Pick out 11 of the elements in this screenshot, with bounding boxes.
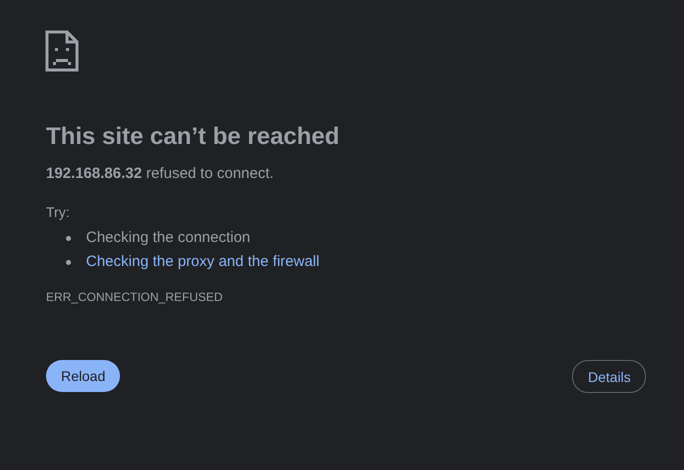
error-summary: 192.168.86.32 refused to connect.	[46, 164, 274, 184]
reload-button[interactable]: Reload	[46, 360, 120, 392]
suggestion-text: Checking the connection	[86, 228, 250, 248]
sad-page-icon	[45, 30, 79, 72]
suggestions-label: Try:	[46, 203, 70, 221]
bullet-icon	[66, 236, 71, 240]
error-code: ERR_CONNECTION_REFUSED	[46, 289, 223, 305]
error-heading: This site can’t be reached	[46, 122, 340, 152]
suggestion-link[interactable]: Checking the proxy and the firewall	[86, 250, 320, 274]
details-button[interactable]: Details	[572, 360, 646, 393]
bullet-icon	[66, 260, 71, 264]
